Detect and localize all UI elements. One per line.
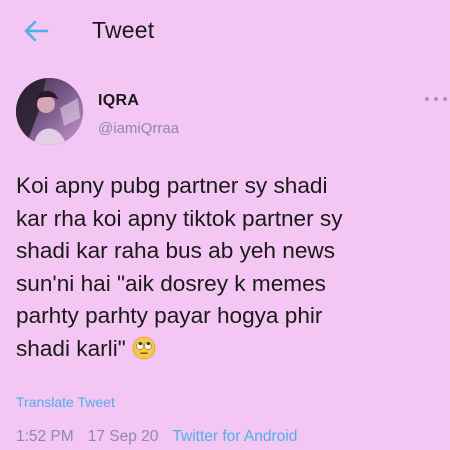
tweet-text-line: shadi karli" — [16, 335, 126, 361]
user-display-name[interactable]: IQRA — [98, 92, 139, 110]
dot-icon — [443, 97, 447, 101]
tweet-time: 1:52 PM — [16, 428, 74, 445]
page-title: Tweet — [92, 17, 155, 43]
profile-photo-icon — [16, 78, 83, 145]
top-bar: Tweet — [0, 0, 450, 62]
tweet-text: Koi apny pubg partner sy shadi kar rha k… — [16, 170, 441, 366]
tweet-date: 17 Sep 20 — [87, 428, 159, 445]
tweet-text-line: kar rha koi apny tiktok partner sy — [16, 205, 343, 231]
face-with-rolling-eyes-icon — [132, 336, 156, 360]
user-handle[interactable]: @iamiQrraa — [98, 120, 179, 137]
tweet-meta: 1:52 PM 17 Sep 20 Twitter for Android — [16, 428, 297, 446]
tweet-text-line: sun'ni hai "aik dosrey k memes — [16, 270, 326, 296]
tweet-text-line: shadi kar raha bus ab yeh news — [16, 238, 336, 264]
tweet-text-last-line: shadi karli" — [16, 333, 441, 366]
arrow-left-icon — [24, 20, 49, 42]
back-button[interactable] — [22, 18, 50, 44]
dot-icon — [434, 97, 438, 101]
avatar[interactable] — [16, 78, 83, 145]
dot-icon — [425, 97, 429, 101]
tweet-text-line: parhty parhty payar hogya phir — [16, 303, 323, 329]
more-options-button[interactable] — [425, 93, 447, 105]
tweet-text-line: Koi apny pubg partner sy shadi — [16, 173, 328, 198]
translate-tweet-link[interactable]: Translate Tweet — [16, 394, 115, 410]
tweet-source-link[interactable]: Twitter for Android — [172, 428, 297, 445]
